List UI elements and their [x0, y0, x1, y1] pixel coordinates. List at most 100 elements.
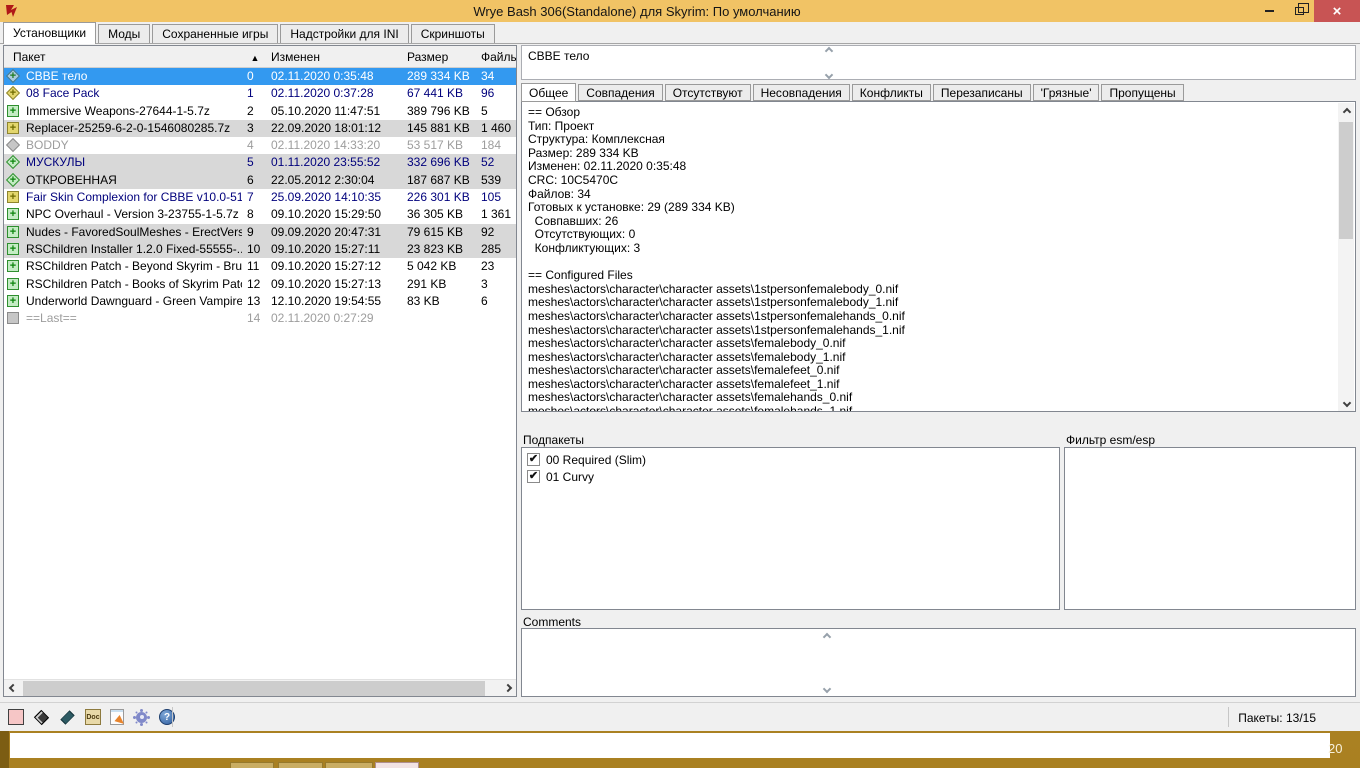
- column-files[interactable]: Файлы: [476, 46, 516, 67]
- close-button[interactable]: ×: [1314, 0, 1360, 22]
- restore-button[interactable]: [1284, 0, 1314, 22]
- detail-tab-7[interactable]: 'Грязные': [1033, 84, 1100, 101]
- package-size: 145 881 KB: [404, 120, 476, 137]
- package-row[interactable]: +МУСКУЛЫ501.11.2020 23:55:52332 696 KB52: [4, 154, 516, 171]
- package-row[interactable]: +Fair Skin Complexion for CBBE v10.0-51.…: [4, 189, 516, 206]
- general-info-box[interactable]: == Обзор Тип: Проект Структура: Комплекс…: [521, 101, 1356, 412]
- package-size: 36 305 KB: [404, 206, 476, 223]
- package-files: 539: [476, 172, 516, 189]
- scroll-up-icon[interactable]: [1338, 103, 1355, 120]
- plus-glyph: +: [4, 293, 22, 309]
- scroll-down-icon[interactable]: [825, 71, 833, 79]
- sort-arrow-icon[interactable]: ▲: [242, 46, 268, 67]
- column-modified[interactable]: Изменен: [268, 46, 404, 67]
- main-tab-5[interactable]: Скриншоты: [411, 24, 495, 43]
- detail-tab-3[interactable]: Отсутствуют: [665, 84, 751, 101]
- scroll-left-icon[interactable]: [4, 680, 21, 697]
- package-size: 53 517 KB: [404, 137, 476, 154]
- column-package[interactable]: Пакет: [4, 46, 242, 67]
- comments-box[interactable]: [521, 628, 1356, 697]
- statusbar-separator: [1228, 707, 1229, 727]
- scroll-up-icon[interactable]: [825, 47, 833, 55]
- package-name: RSChildren Installer 1.2.0 Fixed-55555-.…: [26, 241, 242, 258]
- package-name-field[interactable]: CBBE тело: [521, 45, 1356, 80]
- restore-icon: [1295, 7, 1304, 15]
- package-modified: 22.05.2012 2:30:04: [268, 172, 404, 189]
- blue-diamond-icon: +: [4, 68, 26, 85]
- package-modified: 09.10.2020 15:27:13: [268, 276, 404, 293]
- gem-icon[interactable]: [33, 709, 50, 726]
- package-row[interactable]: +Nudes - FavoredSoulMeshes - ErectVersi.…: [4, 224, 516, 241]
- esm-filter-label: Фильтр esm/esp: [1066, 433, 1155, 447]
- wrye-bash-logo-icon: [4, 3, 20, 19]
- vertical-scrollbar[interactable]: [1338, 103, 1354, 411]
- mod-checker-icon[interactable]: [110, 709, 124, 725]
- detail-tab-5[interactable]: Конфликты: [852, 84, 931, 101]
- launch-spinner-icon[interactable]: [59, 709, 76, 726]
- subpackage-item[interactable]: ✔00 Required (Slim): [522, 451, 1059, 468]
- package-files: 1 361: [476, 206, 516, 223]
- package-size: 23 823 KB: [404, 241, 476, 258]
- desktop-text-fragment: 20: [1328, 741, 1342, 756]
- background-button: [278, 762, 323, 768]
- horizontal-scrollbar[interactable]: [4, 679, 516, 696]
- scroll-down-icon[interactable]: [1338, 394, 1355, 411]
- package-row[interactable]: +RSChildren Installer 1.2.0 Fixed-55555-…: [4, 241, 516, 258]
- package-row[interactable]: +Replacer-25259-6-2-0-1546080285.7z322.0…: [4, 120, 516, 137]
- scroll-right-icon[interactable]: [499, 680, 516, 697]
- subpackages-box[interactable]: ✔00 Required (Slim)✔01 Curvy: [521, 447, 1060, 610]
- background-button: [230, 762, 274, 768]
- package-order: 12: [242, 276, 268, 293]
- esm-filter-box[interactable]: [1064, 447, 1356, 610]
- package-files: 23: [476, 258, 516, 275]
- package-order: 9: [242, 224, 268, 241]
- package-row[interactable]: +NPC Overhaul - Version 3-23755-1-5.7z80…: [4, 206, 516, 223]
- packages-count: Пакеты: 13/15: [1238, 711, 1316, 725]
- main-tab-1[interactable]: Установщики: [3, 22, 96, 44]
- package-modified: 09.10.2020 15:29:50: [268, 206, 404, 223]
- subpackage-item[interactable]: ✔01 Curvy: [522, 468, 1059, 485]
- green-square-icon: +: [4, 258, 26, 275]
- checkbox-icon[interactable]: ✔: [527, 453, 540, 466]
- main-tab-4[interactable]: Надстройки для INI: [280, 24, 408, 43]
- main-tab-2[interactable]: Моды: [98, 24, 150, 43]
- scrollbar-thumb[interactable]: [23, 681, 485, 696]
- package-row[interactable]: ==Last==1402.11.2020 0:27:29: [4, 310, 516, 327]
- plus-glyph: +: [4, 241, 22, 257]
- doc-browser-icon[interactable]: Doc: [85, 709, 101, 725]
- package-row[interactable]: +CBBE тело002.11.2020 0:35:48289 334 KB3…: [4, 68, 516, 85]
- general-text: == Обзор Тип: Проект Структура: Комплекс…: [522, 102, 1355, 412]
- package-files: 6: [476, 293, 516, 310]
- minimize-button[interactable]: [1254, 0, 1284, 22]
- package-row[interactable]: +RSChildren Patch - Beyond Skyrim - Bru.…: [4, 258, 516, 275]
- installer-marker-icon[interactable]: [8, 709, 24, 725]
- column-size[interactable]: Размер: [404, 46, 476, 67]
- package-row[interactable]: +ОТКРОВЕННАЯ622.05.2012 2:30:04187 687 K…: [4, 172, 516, 189]
- package-row[interactable]: BODDY402.11.2020 14:33:2053 517 KB184: [4, 137, 516, 154]
- package-row[interactable]: +Underworld Dawnguard - Green Vampire...…: [4, 293, 516, 310]
- package-row[interactable]: +RSChildren Patch - Books of Skyrim Patc…: [4, 276, 516, 293]
- package-modified: 02.11.2020 0:35:48: [268, 68, 404, 85]
- gray-square-icon: [4, 310, 26, 327]
- desktop: Wrye Bash 306(Standalone) для Skyrim: По…: [0, 0, 1360, 768]
- package-order: 0: [242, 68, 268, 85]
- installers-panel: Пакет ▲ Изменен Размер Файлы +CBBE тело0…: [3, 45, 517, 697]
- package-size: 79 615 KB: [404, 224, 476, 241]
- package-row[interactable]: +Immersive Weapons-27644-1-5.7z205.10.20…: [4, 103, 516, 120]
- package-size: 187 687 KB: [404, 172, 476, 189]
- detail-tab-1[interactable]: Общее: [521, 83, 576, 102]
- package-order: 11: [242, 258, 268, 275]
- package-files: 52: [476, 154, 516, 171]
- detail-tab-2[interactable]: Совпадения: [578, 84, 662, 101]
- subpackages-label: Подпакеты: [523, 433, 584, 447]
- settings-gear-icon[interactable]: [133, 709, 150, 726]
- scrollbar-thumb[interactable]: [1339, 122, 1353, 239]
- detail-tab-8[interactable]: Пропущены: [1101, 84, 1183, 101]
- name-field-scroll[interactable]: [822, 48, 836, 78]
- detail-tab-4[interactable]: Несовпадения: [753, 84, 850, 101]
- checkbox-icon[interactable]: ✔: [527, 470, 540, 483]
- package-name: RSChildren Patch - Books of Skyrim Patc.…: [26, 276, 242, 293]
- package-row[interactable]: +08 Face Pack102.11.2020 0:37:2867 441 K…: [4, 85, 516, 102]
- main-tab-3[interactable]: Сохраненные игры: [152, 24, 278, 43]
- detail-tab-6[interactable]: Перезаписаны: [933, 84, 1031, 101]
